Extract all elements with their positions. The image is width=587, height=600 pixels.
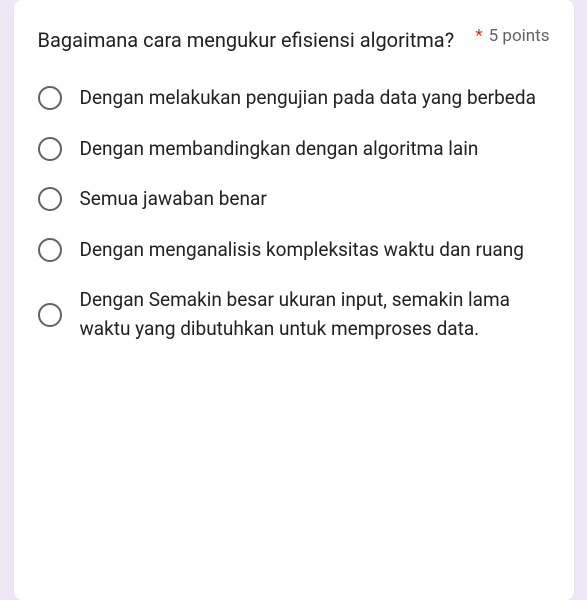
option-2[interactable]: Semua jawaban benar	[38, 185, 550, 214]
option-3[interactable]: Dengan menganalisis kompleksitas waktu d…	[38, 236, 550, 265]
option-label: Dengan Semakin besar ukuran input, semak…	[80, 286, 550, 343]
question-header: Bagaimana cara mengukur efisiensi algori…	[38, 24, 550, 56]
question-text: Bagaimana cara mengukur efisiensi algori…	[38, 24, 476, 56]
option-1[interactable]: Dengan membandingkan dengan algoritma la…	[38, 135, 550, 164]
option-label: Semua jawaban benar	[80, 185, 267, 214]
question-card: Bagaimana cara mengukur efisiensi algori…	[14, 0, 574, 600]
radio-icon	[38, 137, 62, 161]
radio-icon	[38, 187, 62, 211]
radio-icon	[38, 238, 62, 262]
option-label: Dengan melakukan pengujian pada data yan…	[80, 84, 536, 113]
options-list: Dengan melakukan pengujian pada data yan…	[38, 84, 550, 343]
radio-icon	[38, 86, 62, 110]
option-label: Dengan membandingkan dengan algoritma la…	[80, 135, 479, 164]
points-indicator: * 5 points	[475, 24, 549, 46]
option-4[interactable]: Dengan Semakin besar ukuran input, semak…	[38, 286, 550, 343]
points-label: 5 points	[489, 26, 550, 46]
option-label: Dengan menganalisis kompleksitas waktu d…	[80, 236, 524, 265]
required-asterisk: *	[475, 26, 482, 46]
option-0[interactable]: Dengan melakukan pengujian pada data yan…	[38, 84, 550, 113]
radio-icon	[38, 303, 62, 327]
